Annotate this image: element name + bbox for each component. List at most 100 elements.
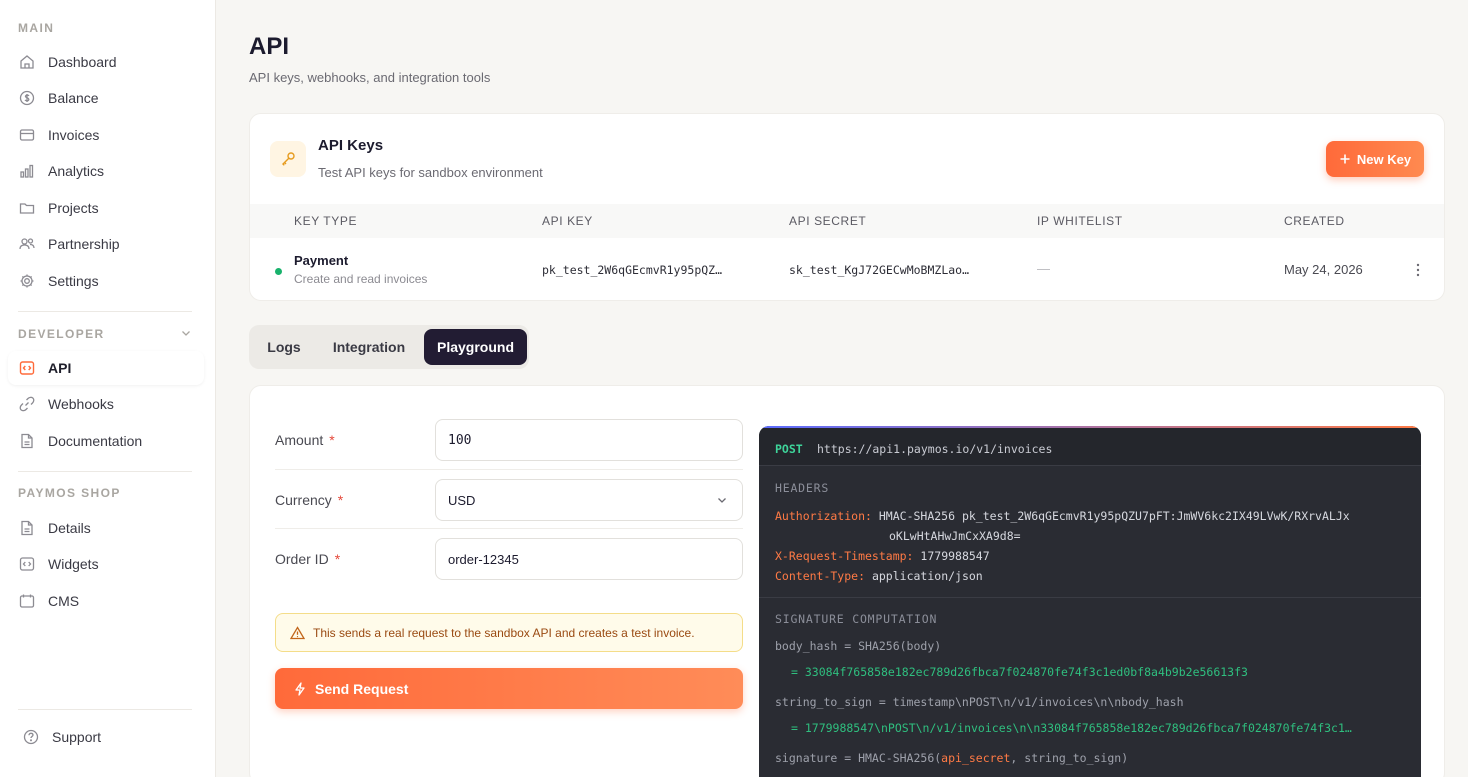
- body-hash-formula: body_hash = SHA256(body): [775, 639, 942, 653]
- amount-input[interactable]: 100: [435, 419, 743, 461]
- sidebar-item-label: Partnership: [48, 236, 120, 252]
- sidebar-item-label: Projects: [48, 200, 99, 216]
- sidebar-item-settings[interactable]: Settings: [8, 264, 204, 298]
- table-header: KEY TYPE API KEY API SECRET IP WHITELIST…: [250, 204, 1444, 238]
- string-to-sign-formula: string_to_sign = timestamp\nPOST\n/v1/in…: [775, 695, 1184, 709]
- section-title-developer: DEVELOPER: [18, 327, 105, 341]
- sidebar-item-label: Webhooks: [48, 396, 114, 412]
- sidebar: MAIN Dashboard Balance Invoices Analytic…: [0, 0, 216, 777]
- sidebar-item-documentation[interactable]: Documentation: [8, 424, 204, 458]
- amount-label: Amount *: [275, 432, 335, 448]
- send-request-label: Send Request: [315, 680, 409, 697]
- sidebar-item-partnership[interactable]: Partnership: [8, 227, 204, 261]
- request-preview-panel: POST https://api1.paymos.io/v1/invoices …: [759, 426, 1421, 777]
- card-icon: [18, 126, 36, 144]
- field-divider: [275, 528, 743, 529]
- sidebar-item-label: Documentation: [48, 433, 143, 449]
- signature-formula: signature = HMAC-SHA256(api_secret, stri…: [775, 751, 1129, 765]
- sidebar-item-label: Widgets: [48, 556, 99, 572]
- ip-whitelist-value: —: [1037, 261, 1050, 276]
- sidebar-item-label: Analytics: [48, 163, 105, 179]
- section-title-main: MAIN: [18, 21, 55, 35]
- help-icon: [22, 728, 40, 746]
- sidebar-item-label: Dashboard: [48, 54, 117, 70]
- section-divider: [759, 597, 1421, 598]
- api-key-value[interactable]: pk_test_2W6qGEcmvR1y95pQZ…: [542, 263, 722, 277]
- column-header: CREATED: [1284, 214, 1345, 228]
- status-dot: [275, 268, 282, 275]
- currency-value: USD: [448, 492, 476, 508]
- sidebar-item-analytics[interactable]: Analytics: [8, 154, 204, 188]
- support-link[interactable]: Support: [22, 728, 101, 746]
- headers-title: HEADERS: [775, 481, 830, 495]
- column-header: IP WHITELIST: [1037, 214, 1123, 228]
- bar-chart-icon: [18, 162, 36, 180]
- document-icon: [18, 519, 36, 537]
- sidebar-item-label: API: [48, 360, 72, 376]
- tab-bar: Logs Integration Playground: [249, 325, 529, 369]
- sidebar-item-projects[interactable]: Projects: [8, 191, 204, 225]
- page-title: API: [249, 33, 290, 60]
- section-title-paymos-shop: PAYMOS SHOP: [18, 486, 121, 500]
- sidebar-divider: [18, 311, 192, 312]
- more-vertical-icon[interactable]: [1414, 262, 1422, 278]
- sidebar-item-balance[interactable]: Balance: [8, 81, 204, 115]
- sidebar-item-api[interactable]: API: [8, 351, 204, 385]
- code-box-icon: [18, 555, 36, 573]
- timestamp-header: X-Request-Timestamp: 1779988547: [775, 549, 990, 563]
- tab-playground[interactable]: Playground: [424, 329, 527, 365]
- sidebar-item-label: Invoices: [48, 127, 100, 143]
- sidebar-item-invoices[interactable]: Invoices: [8, 118, 204, 152]
- auth-header: Authorization: HMAC-SHA256 pk_test_2W6qG…: [775, 509, 1350, 523]
- request-url: https://api1.paymos.io/v1/invoices: [817, 442, 1053, 456]
- currency-select[interactable]: USD: [435, 479, 743, 521]
- api-secret-value[interactable]: sk_test_KgJ72GECwMoBMZLao…: [789, 263, 969, 277]
- sidebar-item-label: CMS: [48, 593, 80, 609]
- created-date: May 24, 2026: [1284, 262, 1363, 277]
- key-type: Payment: [294, 253, 349, 268]
- folder-icon: [18, 199, 36, 217]
- warning-banner: This sends a real request to the sandbox…: [275, 613, 743, 652]
- send-request-button[interactable]: Send Request: [275, 668, 743, 709]
- sidebar-item-webhooks[interactable]: Webhooks: [8, 387, 204, 421]
- chevron-down-icon[interactable]: [180, 327, 192, 339]
- sidebar-divider: [18, 471, 192, 472]
- request-line: POST https://api1.paymos.io/v1/invoices: [759, 428, 1421, 466]
- warning-text: This sends a real request to the sandbox…: [313, 625, 695, 640]
- document-icon: [18, 432, 36, 450]
- order-id-label: Order ID *: [275, 551, 341, 567]
- gear-icon: [18, 272, 36, 290]
- table-row[interactable]: Payment Create and read invoices pk_test…: [250, 238, 1444, 300]
- api-keys-title: API Keys: [318, 137, 384, 154]
- auth-header-cont: oKLwHtAHwJmCxXA9d8=: [889, 529, 1021, 543]
- string-to-sign-value: = 1779988547\nPOST\n/v1/invoices\n\n3308…: [791, 721, 1352, 735]
- code-icon: [18, 359, 36, 377]
- column-header: KEY TYPE: [294, 214, 358, 228]
- link-icon: [18, 395, 36, 413]
- new-key-button[interactable]: New Key: [1326, 141, 1424, 177]
- sidebar-item-dashboard[interactable]: Dashboard: [8, 45, 204, 79]
- sidebar-item-details[interactable]: Details: [8, 511, 204, 545]
- api-keys-subtitle: Test API keys for sandbox environment: [318, 165, 543, 180]
- column-header: API SECRET: [789, 214, 867, 228]
- sidebar-item-label: Balance: [48, 90, 99, 106]
- key-type-description: Create and read invoices: [294, 272, 428, 286]
- sidebar-item-cms[interactable]: CMS: [8, 584, 204, 618]
- sidebar-item-label: Settings: [48, 273, 99, 289]
- order-id-input[interactable]: order-12345: [435, 538, 743, 580]
- sidebar-item-widgets[interactable]: Widgets: [8, 547, 204, 581]
- support-label: Support: [52, 729, 102, 745]
- signature-title: SIGNATURE COMPUTATION: [775, 612, 938, 626]
- tab-logs[interactable]: Logs: [253, 329, 315, 365]
- dollar-icon: [18, 89, 36, 107]
- sidebar-item-label: Details: [48, 520, 91, 536]
- api-keys-card: API Keys Test API keys for sandbox envir…: [249, 113, 1445, 301]
- currency-label: Currency *: [275, 492, 344, 508]
- chevron-down-icon: [718, 498, 726, 503]
- http-method: POST: [775, 442, 803, 456]
- cms-icon: [18, 592, 36, 610]
- content-type-header: Content-Type: application/json: [775, 569, 983, 583]
- page-subtitle: API keys, webhooks, and integration tool…: [249, 70, 491, 85]
- tab-integration[interactable]: Integration: [319, 329, 419, 365]
- warning-icon: [290, 625, 305, 639]
